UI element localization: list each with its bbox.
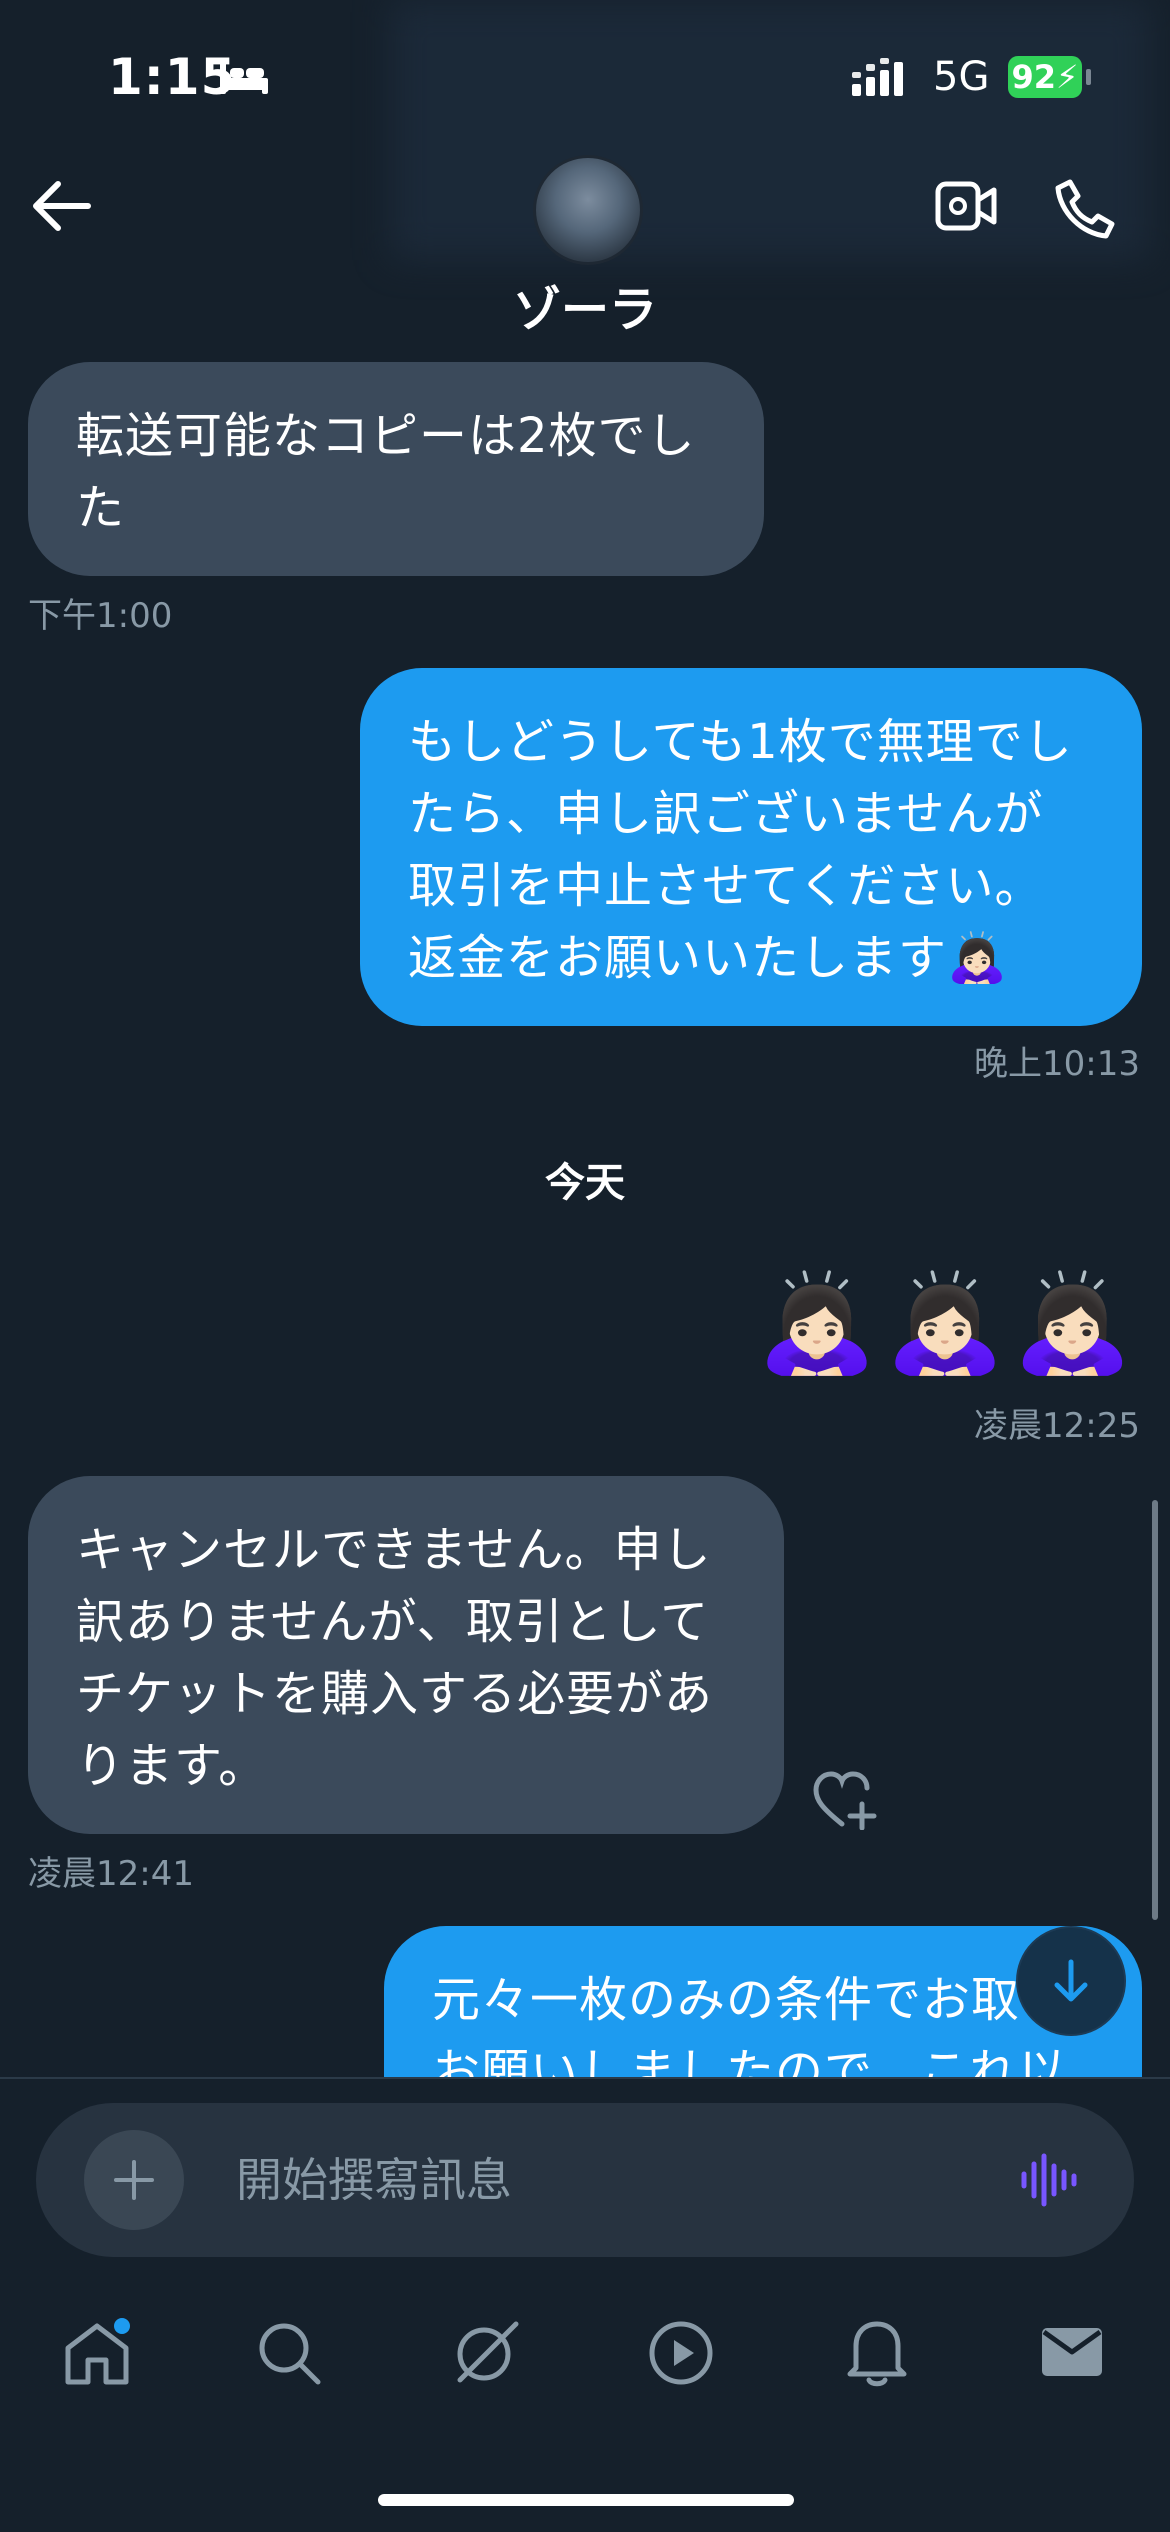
- arrow-down-icon: [1054, 1959, 1088, 2002]
- battery-tip: [1086, 69, 1091, 85]
- message-line: 訳ありませんが、取引として: [76, 1594, 710, 1650]
- home-icon[interactable]: [62, 2318, 132, 2388]
- day-separator: 今天: [545, 1160, 625, 1206]
- composer-divider: [0, 2077, 1170, 2079]
- plus-icon: [114, 2160, 154, 2200]
- message-input[interactable]: 開始撰寫訊息: [236, 2142, 956, 2218]
- voice-message-icon[interactable]: [1020, 2152, 1080, 2208]
- add-reaction-heart-icon[interactable]: [812, 1770, 880, 1830]
- message-timestamp: 晚上10:13: [974, 1044, 1140, 1084]
- grok-icon[interactable]: [450, 2316, 522, 2388]
- back-arrow-icon[interactable]: [32, 180, 92, 232]
- message-timestamp: 凌晨12:41: [28, 1854, 194, 1894]
- message-bubble-incoming[interactable]: キャンセルできません。申し 訳ありませんが、取引として チケットを購入する必要が…: [28, 1476, 784, 1834]
- network-type: 5G: [933, 54, 990, 100]
- message-clip-area: 元々一枚のみの条件でお取 お願いしましたので、これ以: [0, 1900, 1170, 2077]
- message-line: 返金をお願いいたします🙇🏻‍♀️: [408, 930, 1008, 986]
- message-line: お願いしましたので、これ以: [432, 2044, 1068, 2077]
- message-bubble-outgoing[interactable]: もしどうしても1枚で無理でし たら、申し訳ございませんが 取引を中止させてくださ…: [360, 668, 1142, 1026]
- video-call-icon[interactable]: [934, 178, 998, 234]
- message-line: キャンセルできません。申し: [76, 1522, 712, 1578]
- video-tab-icon[interactable]: [648, 2320, 714, 2386]
- phone-call-icon[interactable]: [1052, 176, 1116, 240]
- messages-icon[interactable]: [1040, 2326, 1104, 2378]
- contact-name[interactable]: ゾーラ: [0, 270, 1170, 340]
- message-emoji-outgoing[interactable]: 🙇🏻‍♀️🙇🏻‍♀️🙇🏻‍♀️: [757, 1268, 1140, 1378]
- message-line: ります。: [76, 1738, 268, 1794]
- add-media-button[interactable]: [84, 2130, 184, 2230]
- home-indicator: [378, 2494, 794, 2506]
- message-line: もしどうしても1枚で無理でし: [408, 714, 1073, 770]
- message-bubble-incoming[interactable]: 転送可能なコピーは2枚でし た: [28, 362, 764, 576]
- message-timestamp: 下午1:00: [28, 596, 173, 636]
- battery-level: 92: [1011, 58, 1057, 96]
- message-line: 転送可能なコピーは2枚でし: [76, 408, 696, 464]
- contact-avatar[interactable]: [533, 155, 643, 265]
- battery-indicator: 92⚡: [1008, 56, 1082, 98]
- message-line: たら、申し訳ございませんが: [408, 786, 1044, 842]
- scrollbar[interactable]: [1152, 1500, 1158, 1920]
- notifications-icon[interactable]: [844, 2316, 910, 2388]
- message-line: た: [76, 480, 126, 536]
- message-line: チケットを購入する必要があ: [76, 1666, 714, 1722]
- message-timestamp: 凌晨12:25: [974, 1406, 1140, 1446]
- search-icon[interactable]: [256, 2320, 322, 2386]
- message-line: 取引を中止させてください。: [408, 858, 1044, 914]
- signal-icon: [852, 58, 903, 96]
- blurred-notification-overlay: [390, 0, 1150, 260]
- message-line: 元々一枚のみの条件でお取: [432, 1972, 1021, 2028]
- scroll-to-bottom-button[interactable]: [1016, 1926, 1126, 2036]
- bed-icon: [220, 62, 268, 94]
